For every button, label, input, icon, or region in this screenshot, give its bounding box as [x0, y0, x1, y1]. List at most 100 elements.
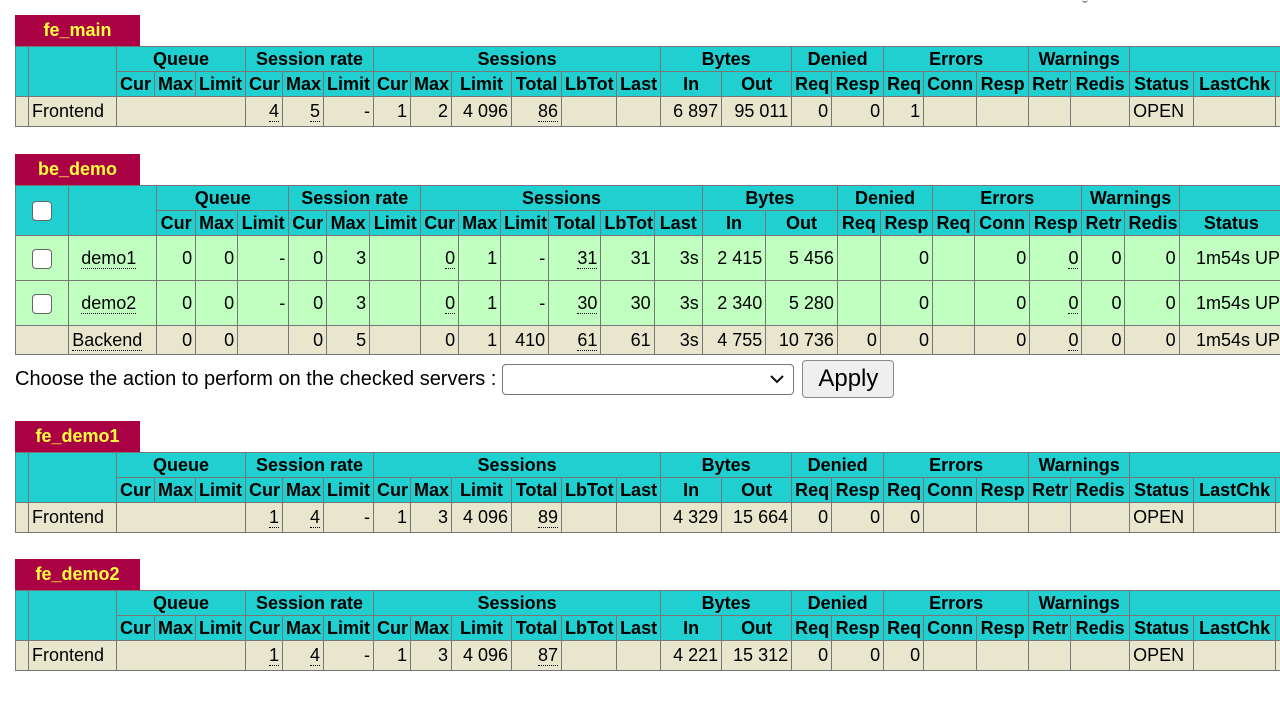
cell-denied-resp: 0 [831, 502, 885, 533]
cell-sess-total[interactable]: 86 [511, 96, 563, 127]
group-errors: Errors [883, 590, 1030, 616]
col-header: LastChk [1193, 477, 1277, 503]
col-header: Status [1129, 477, 1195, 503]
server-checkbox-demo2[interactable] [32, 293, 53, 314]
cell-sess-cur[interactable]: 0 [420, 235, 460, 281]
cell-sess-total[interactable]: 87 [511, 640, 563, 671]
cell-rate-limit [369, 235, 422, 281]
group-sessions: Sessions [373, 46, 662, 72]
col-header: LastChk [1193, 615, 1277, 641]
cell-rate-limit [369, 280, 422, 326]
cell-rate-cur: 0 [288, 235, 328, 281]
group-server [1129, 452, 1280, 478]
header-row-columns: Cur Max Limit Cur Max Limit Cur Max Limi… [16, 71, 1280, 97]
col-header: Cur [116, 477, 155, 503]
cell-rate-max[interactable]: 4 [282, 502, 325, 533]
group-bytes: Bytes [660, 452, 793, 478]
select-all-cell [14, 185, 70, 236]
col-header: Max [410, 71, 453, 97]
cell-rate-max[interactable]: 4 [282, 640, 325, 671]
col-header: Limit [323, 71, 375, 97]
group-server [1129, 46, 1280, 72]
cell-status: 1m54s UP [1178, 325, 1280, 355]
cell-last [616, 640, 662, 671]
cell-denied-req [836, 280, 881, 326]
cell-denied-resp: 0 [831, 640, 885, 671]
cell-rate-max[interactable]: 5 [282, 96, 325, 127]
table-row-server-demo1: demo1 0 0 - 0 3 0 1 - 31 31 3s 2 415 5 4… [14, 235, 1280, 281]
col-header: Cur [116, 615, 155, 641]
header-row-groups: Queue Session rate Sessions Bytes Denied… [15, 452, 1280, 503]
action-select[interactable] [502, 363, 795, 395]
server-name-demo1[interactable]: demo1 [68, 235, 158, 281]
group-server [1178, 185, 1280, 211]
group-denied: Denied [836, 185, 934, 211]
cell-rate-cur[interactable]: 1 [245, 502, 284, 533]
cell-queue-max: 0 [195, 280, 239, 326]
select-all-checkbox[interactable] [32, 201, 53, 222]
col-header: Req [791, 477, 833, 503]
proxy-title-fe-main[interactable]: fe_main [15, 15, 140, 46]
server-checkbox-demo1[interactable] [32, 248, 53, 269]
cell-errors-resp[interactable]: 0 [1029, 235, 1083, 281]
col-header: Resp [1029, 210, 1083, 236]
group-session-rate: Session rate [288, 185, 422, 211]
stats-table-be-demo: Queue Session rate Sessions Bytes Denied… [14, 185, 1280, 355]
cell-sess-max: 1 [458, 235, 502, 281]
col-header: Max [282, 477, 325, 503]
group-queue: Queue [156, 185, 290, 211]
cell-warn-redis: 0 [1124, 235, 1180, 281]
col-header: Total [548, 210, 602, 236]
col-header: Total [511, 615, 563, 641]
row-spacer [15, 96, 29, 127]
cell-sess-max: 2 [410, 96, 453, 127]
cell-warn-retr [1028, 502, 1072, 533]
proxy-title-be-demo[interactable]: be_demo [15, 154, 140, 185]
col-header: Limit [369, 210, 422, 236]
cell-queue-limit: - [237, 235, 290, 281]
cell-sess-total[interactable]: 31 [548, 235, 602, 281]
cell-rate-cur[interactable]: 4 [245, 96, 284, 127]
cell-sess-cur[interactable]: 0 [420, 280, 460, 326]
col-header: Resp [831, 477, 885, 503]
row-spacer [14, 325, 70, 355]
cell-errors-resp[interactable]: 0 [1029, 280, 1083, 326]
backend-name[interactable]: Backend [68, 325, 158, 355]
cell-status: OPEN [1129, 502, 1195, 533]
col-header: Cur [245, 71, 284, 97]
col-header: Conn [923, 615, 978, 641]
apply-button[interactable]: Apply [802, 360, 895, 398]
col-header: LastChk [1193, 71, 1277, 97]
col-header: Max [326, 210, 371, 236]
cell-last: 3s [653, 325, 703, 355]
proxy-title-fe-demo1[interactable]: fe_demo1 [15, 421, 140, 452]
cell-errors-req [932, 280, 976, 326]
col-header: Conn [974, 210, 1031, 236]
cell-bytes-in: 2 415 [701, 235, 767, 281]
header-spacer [15, 590, 29, 641]
col-header: Req [883, 477, 925, 503]
cell-errors-resp[interactable]: 0 [1029, 325, 1083, 355]
cell-sess-total[interactable]: 30 [548, 280, 602, 326]
server-name-demo2[interactable]: demo2 [68, 280, 158, 326]
col-header: Cur [245, 615, 284, 641]
col-header: Resp [879, 210, 934, 236]
cell-errors-conn [923, 96, 978, 127]
cell-sess-total[interactable]: 61 [548, 325, 602, 355]
col-header [1275, 615, 1280, 641]
cell-sess-max: 1 [458, 325, 502, 355]
col-header: Conn [923, 71, 978, 97]
cell-rate-cur[interactable]: 1 [245, 640, 284, 671]
proxy-title-fe-demo2[interactable]: fe_demo2 [15, 559, 140, 590]
cell-errors-conn: 0 [974, 325, 1031, 355]
col-header: Limit [194, 477, 247, 503]
col-header: Req [791, 615, 833, 641]
cell-last: 3s [653, 235, 703, 281]
cell-sess-total[interactable]: 89 [511, 502, 563, 533]
col-header [1275, 71, 1280, 97]
col-header: Max [154, 71, 196, 97]
col-header: In [660, 477, 723, 503]
col-header: Max [154, 477, 196, 503]
cell-sess-cur: 1 [373, 96, 412, 127]
cell-queue-cur: 0 [156, 280, 197, 326]
